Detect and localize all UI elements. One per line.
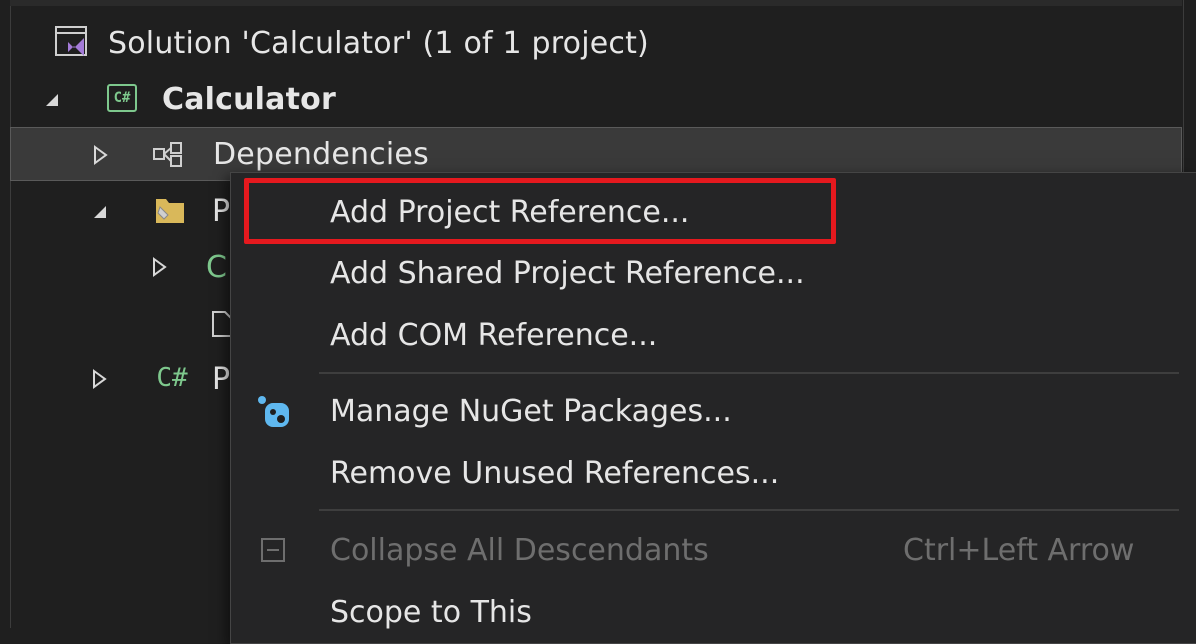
properties-label-partial: P (212, 193, 231, 229)
menu-item-label: Scope to This (330, 594, 532, 630)
program-label-partial: P (212, 361, 231, 397)
menu-item-label: Remove Unused References... (330, 455, 780, 491)
solution-label: Solution 'Calculator' (1 of 1 project) (108, 25, 649, 61)
csharp-file-icon: C# (156, 363, 188, 393)
menu-separator (319, 509, 1179, 511)
menu-item-scope-to-this[interactable]: Scope to This (231, 583, 1196, 641)
nuget-icon (251, 389, 295, 433)
expander-open-icon[interactable] (42, 90, 62, 110)
menu-item-manage-nuget-packages[interactable]: Manage NuGet Packages... (231, 382, 1196, 440)
menu-item-add-com-reference[interactable]: Add COM Reference... (231, 306, 1196, 364)
expander-closed-icon[interactable] (150, 256, 170, 277)
menu-item-shortcut: Ctrl+Left Arrow (903, 532, 1135, 568)
menu-separator (319, 372, 1179, 374)
expander-open-icon[interactable] (90, 202, 110, 222)
expander-closed-icon[interactable] (91, 144, 111, 165)
menu-item-collapse-all-descendants[interactable]: Collapse All Descendants Ctrl+Left Arrow (231, 521, 1196, 579)
panel-top-border (10, 0, 1182, 6)
menu-item-label: Add Shared Project Reference... (330, 255, 805, 291)
project-label: Calculator (162, 81, 336, 117)
solution-icon (54, 24, 90, 60)
menu-item-add-shared-project-reference[interactable]: Add Shared Project Reference... (231, 244, 1196, 302)
expander-closed-icon[interactable] (90, 368, 110, 389)
tree-row-project[interactable]: C# Calculator (10, 72, 1182, 126)
dependencies-label: Dependencies (213, 136, 429, 172)
menu-item-label: Collapse All Descendants (330, 532, 709, 568)
tree-row-solution[interactable]: Solution 'Calculator' (1 of 1 project) (10, 16, 1182, 70)
menu-item-remove-unused-references[interactable]: Remove Unused References... (231, 444, 1196, 502)
menu-item-label: Add COM Reference... (330, 317, 658, 353)
csharp-project-icon: C# (104, 80, 140, 116)
dependencies-icon (151, 136, 187, 172)
collapse-icon (251, 528, 295, 572)
highlight-annotation-box (244, 178, 836, 244)
properties-folder-icon (152, 192, 188, 228)
menu-item-label: Manage NuGet Packages... (330, 393, 732, 429)
child-label-partial: C (206, 249, 228, 285)
